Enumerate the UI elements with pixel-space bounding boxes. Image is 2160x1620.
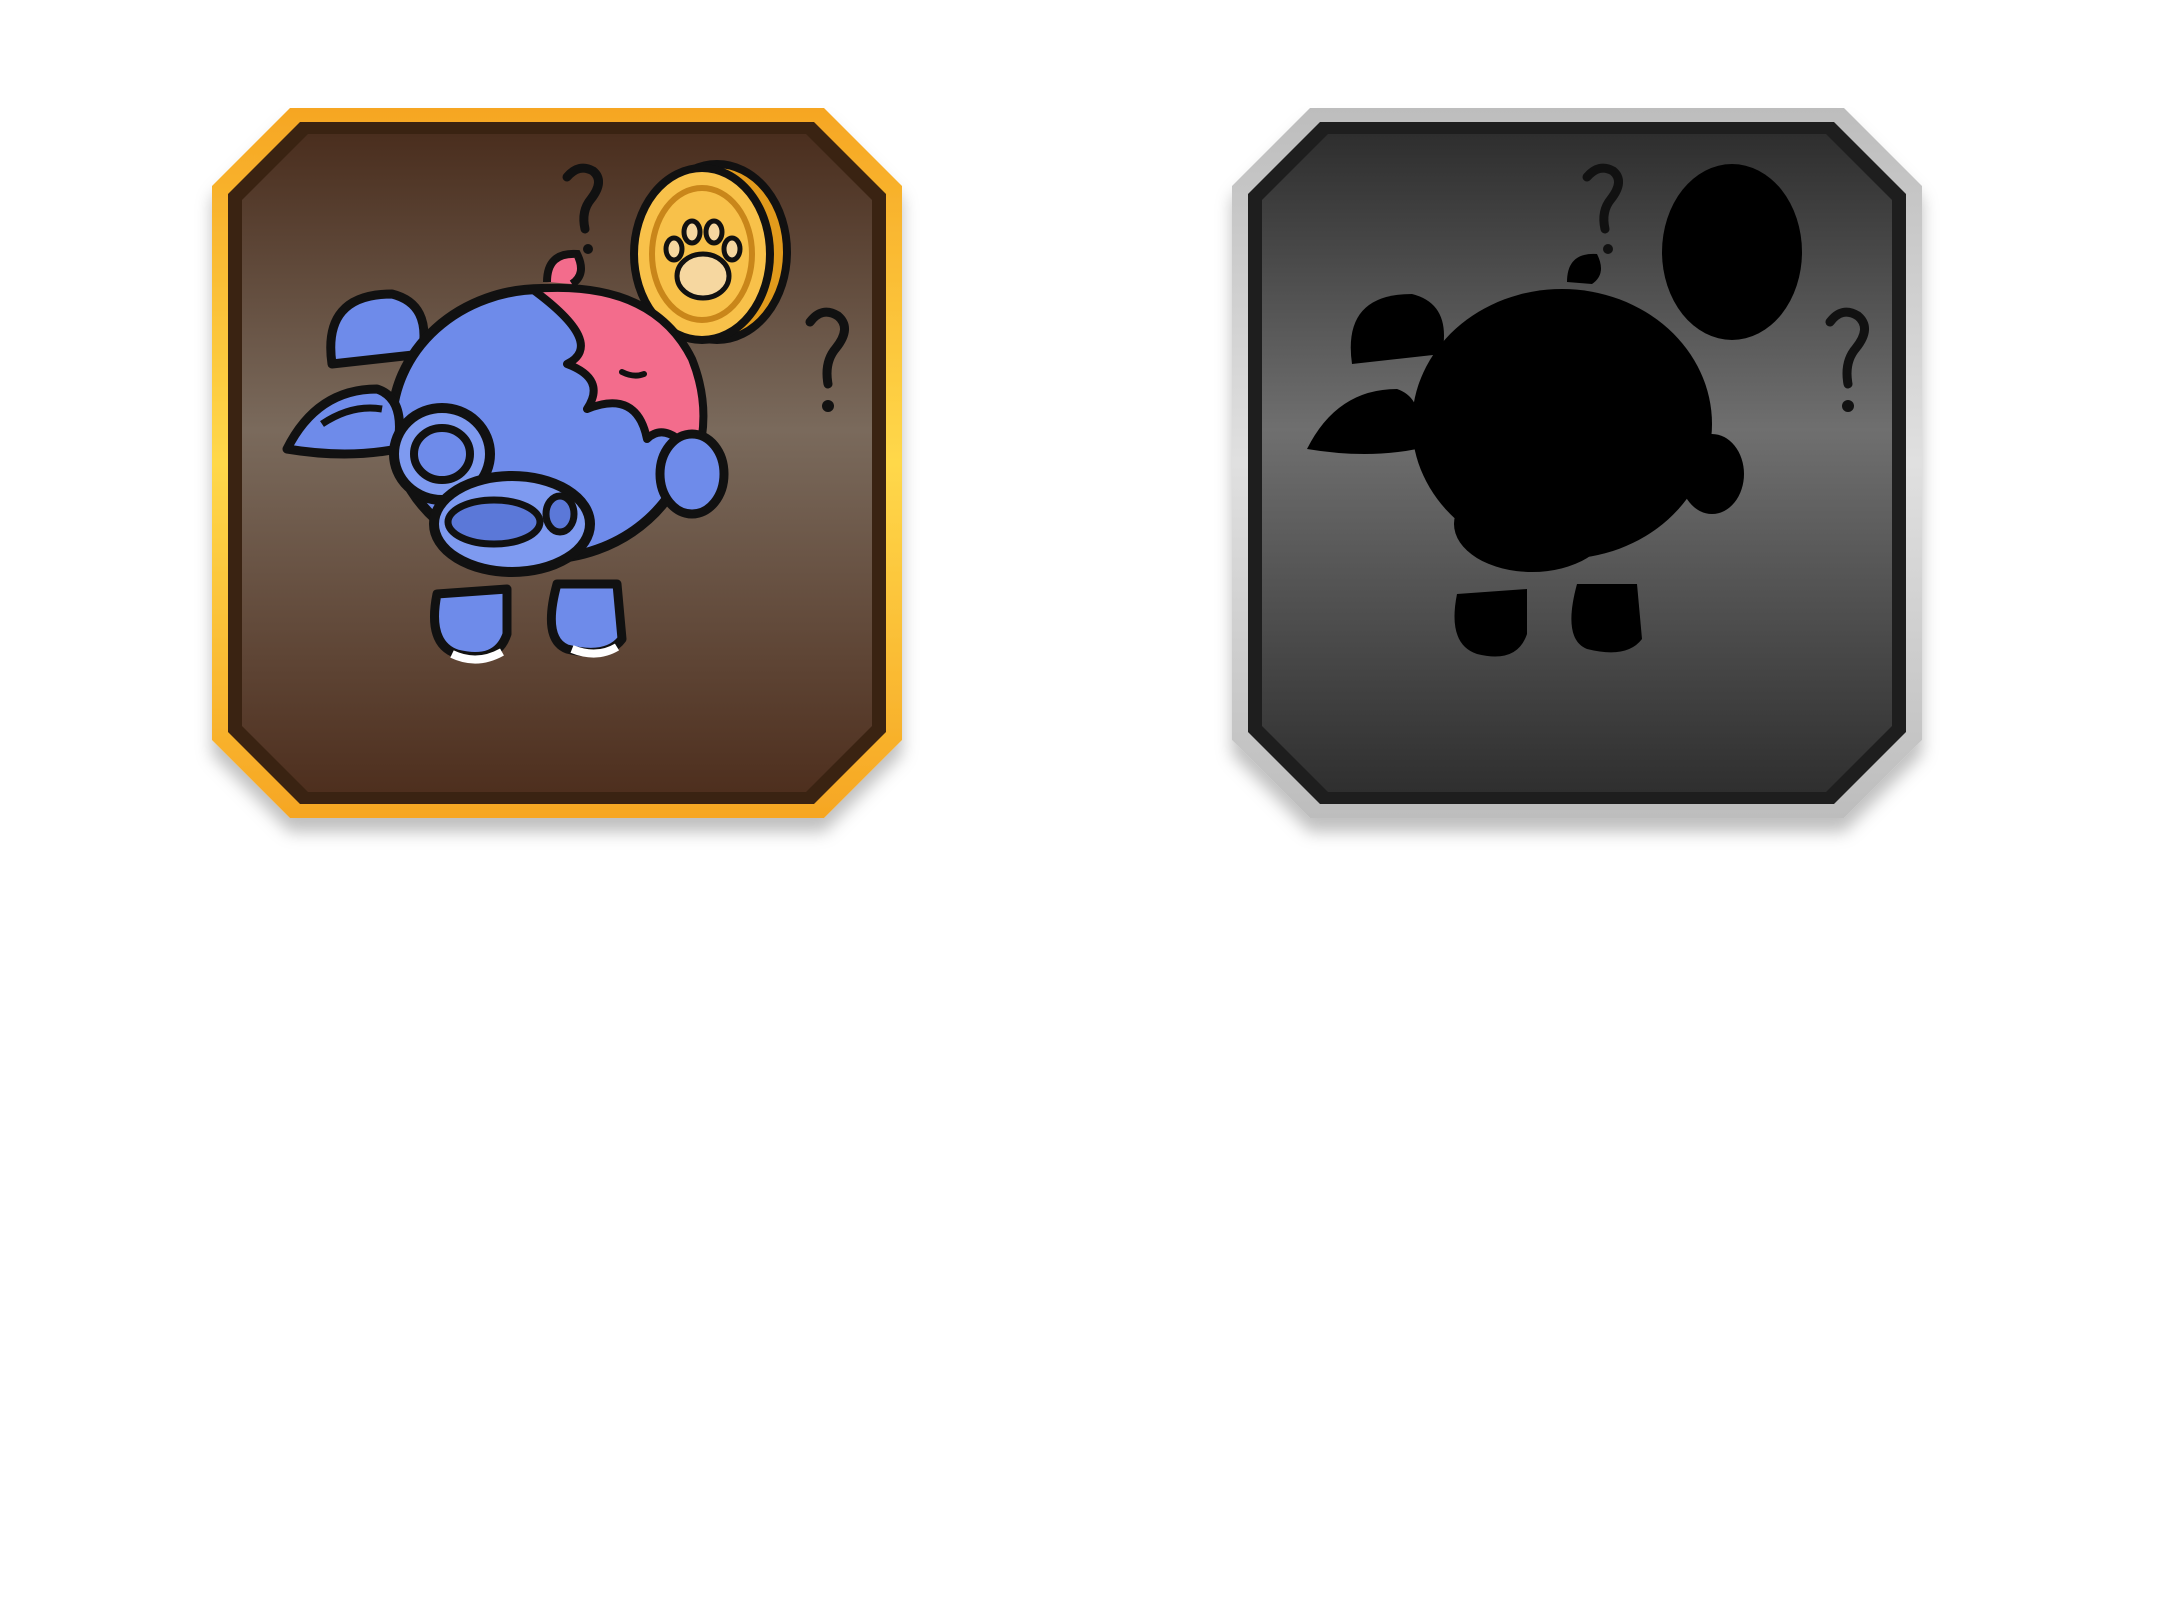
blue-pig-icon [282, 249, 729, 664]
unlocked-badge-art [282, 160, 849, 664]
unlocked-badge[interactable] [212, 104, 902, 824]
achievement-badge-page [0, 0, 2160, 1620]
coin-silhouette-icon [1662, 164, 1802, 340]
pig-silhouette-icon [1307, 253, 1744, 657]
locked-badge[interactable] [1232, 104, 1922, 824]
locked-badge-art [1307, 163, 1869, 657]
